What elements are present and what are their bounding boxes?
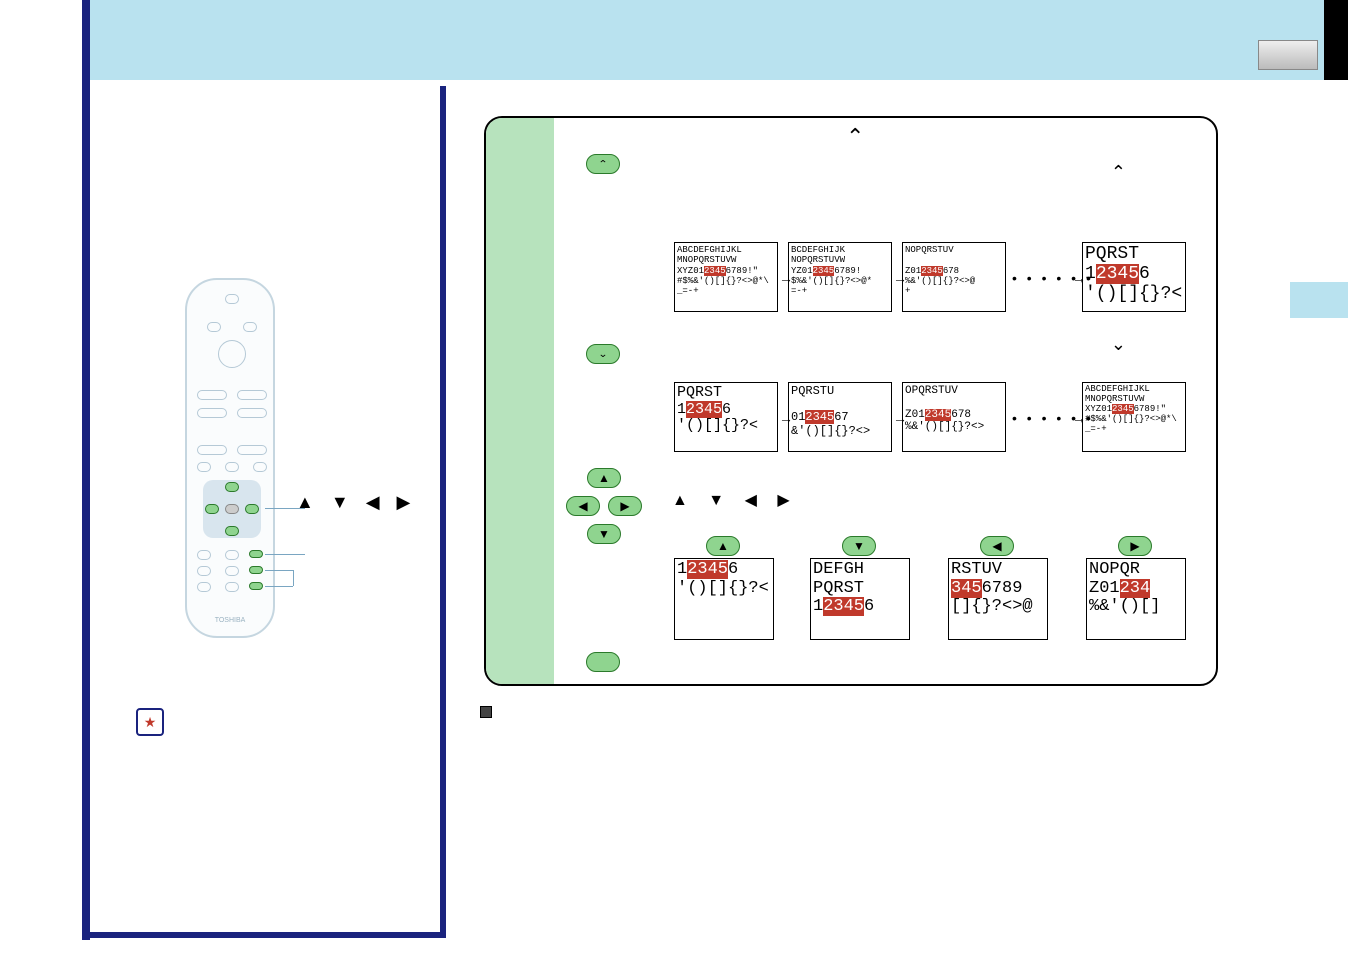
pill-left[interactable]: ◀	[566, 496, 600, 516]
caret-up-icon: ⌃	[1111, 162, 1126, 183]
char-grid-right: NOPQR Z01234 %&'()[]	[1086, 558, 1186, 640]
footnote-marker	[480, 706, 492, 718]
left-triangle-icon: ◀	[745, 492, 765, 509]
char-grid-zoomed: PQRST 123456 '()[]{}?<	[674, 382, 778, 452]
right-arrow-icon: →	[1072, 410, 1086, 426]
right-arrow-icon: →	[779, 410, 793, 426]
right-triangle-icon: ▶	[397, 492, 417, 512]
side-tab	[1290, 282, 1348, 318]
right-arrow-icon: →	[779, 270, 793, 286]
header-black-edge	[1324, 0, 1348, 80]
char-grid-step: PQRSTU 01234567 &'()[]{}?<>	[788, 382, 892, 452]
direction-glyph-row: ▲ ▼ ◀ ▶	[672, 490, 798, 510]
pill-left[interactable]: ◀	[980, 536, 1014, 556]
pill-chev-up[interactable]: ⌃	[586, 154, 620, 174]
char-grid-step: BCDEFGHIJK NOPQRSTUVW YZ0123456789! $%&'…	[788, 242, 892, 312]
remote-dpad-up[interactable]	[225, 482, 239, 492]
rule-bottom	[82, 932, 444, 938]
char-grid-step: NOPQRSTUV Z012345678 %&'()[]{}?<>@ +	[902, 242, 1006, 312]
header-banner	[82, 0, 1348, 80]
left-triangle-icon: ◀	[366, 492, 386, 512]
char-grid-down: DEFGH PQRST 123456	[810, 558, 910, 640]
up-triangle-icon: ▲	[672, 492, 696, 509]
char-grid-up: 123456 '()[]{}?<	[674, 558, 774, 640]
remote-key-chev-up[interactable]	[249, 566, 263, 574]
up-triangle-icon: ▲	[296, 492, 320, 512]
remote-brand: TOSHIBA	[187, 617, 273, 624]
pill-up[interactable]: ▲	[587, 468, 621, 488]
remote-dpad-left[interactable]	[205, 504, 219, 514]
panel-dpad: ▲ ▼ ◀ ▶	[566, 468, 642, 544]
pill-right[interactable]: ▶	[608, 496, 642, 516]
pill-right[interactable]: ▶	[1118, 536, 1152, 556]
char-grid-step: OPQRSTUV Z012345678 %&'()[]{}?<>	[902, 382, 1006, 452]
remote-arrow-label: ▲ ▼ ◀ ▶	[296, 492, 416, 513]
remote-dpad	[203, 480, 261, 538]
chevron-up-icon: ⌃	[598, 158, 608, 169]
page-root: TOSHIBA ▲ ▼ ◀ ▶ ★ ⌃ ⌃ ⌄ ⌃ ⌄ ▲ ▼ ◀ ▶ ▲ ▼	[0, 0, 1348, 954]
rule-mid	[440, 86, 446, 938]
caret-up-icon: ⌃	[846, 124, 864, 150]
remote-dpad-down[interactable]	[225, 526, 239, 536]
remote-key-green[interactable]	[249, 550, 263, 558]
remote-illustration: TOSHIBA	[185, 278, 275, 638]
char-grid-left: RSTUV 3456789 []{}?<>@	[948, 558, 1048, 640]
down-triangle-icon: ▼	[331, 492, 355, 512]
right-triangle-icon: ▶	[777, 492, 797, 509]
right-arrow-icon: →	[893, 410, 907, 426]
explanation-panel: ⌃ ⌃ ⌄ ⌃ ⌄ ▲ ▼ ◀ ▶ ▲ ▼ ◀ ▶ ABCDEFGHIJKL M…	[484, 116, 1218, 686]
char-grid-full: ABCDEFGHIJKL MNOPQRSTUVW XYZ0123456789!"…	[674, 242, 778, 312]
down-triangle-icon: ▼	[708, 492, 732, 509]
header-button[interactable]	[1258, 40, 1318, 70]
remote-dpad-right[interactable]	[245, 504, 259, 514]
pill-chev-down[interactable]: ⌄	[586, 344, 620, 364]
chevron-down-icon: ⌄	[598, 348, 608, 359]
pill-down[interactable]: ▼	[842, 536, 876, 556]
pill-down[interactable]: ▼	[587, 524, 621, 544]
remote-key-chev-down[interactable]	[249, 582, 263, 590]
char-grid-zoomed: PQRST 123456 '()[]{}?<	[1082, 242, 1186, 312]
pill-up[interactable]: ▲	[706, 536, 740, 556]
right-arrow-icon: →	[893, 270, 907, 286]
right-arrow-icon: →	[1072, 270, 1086, 286]
rule-left	[82, 0, 90, 940]
pill-blank[interactable]	[586, 652, 620, 672]
note-icon: ★	[136, 708, 164, 736]
char-grid-full: ABCDEFGHIJKL MNOPQRSTUVW XYZ0123456789!"…	[1082, 382, 1186, 452]
caret-down-icon: ⌄	[1111, 334, 1126, 355]
